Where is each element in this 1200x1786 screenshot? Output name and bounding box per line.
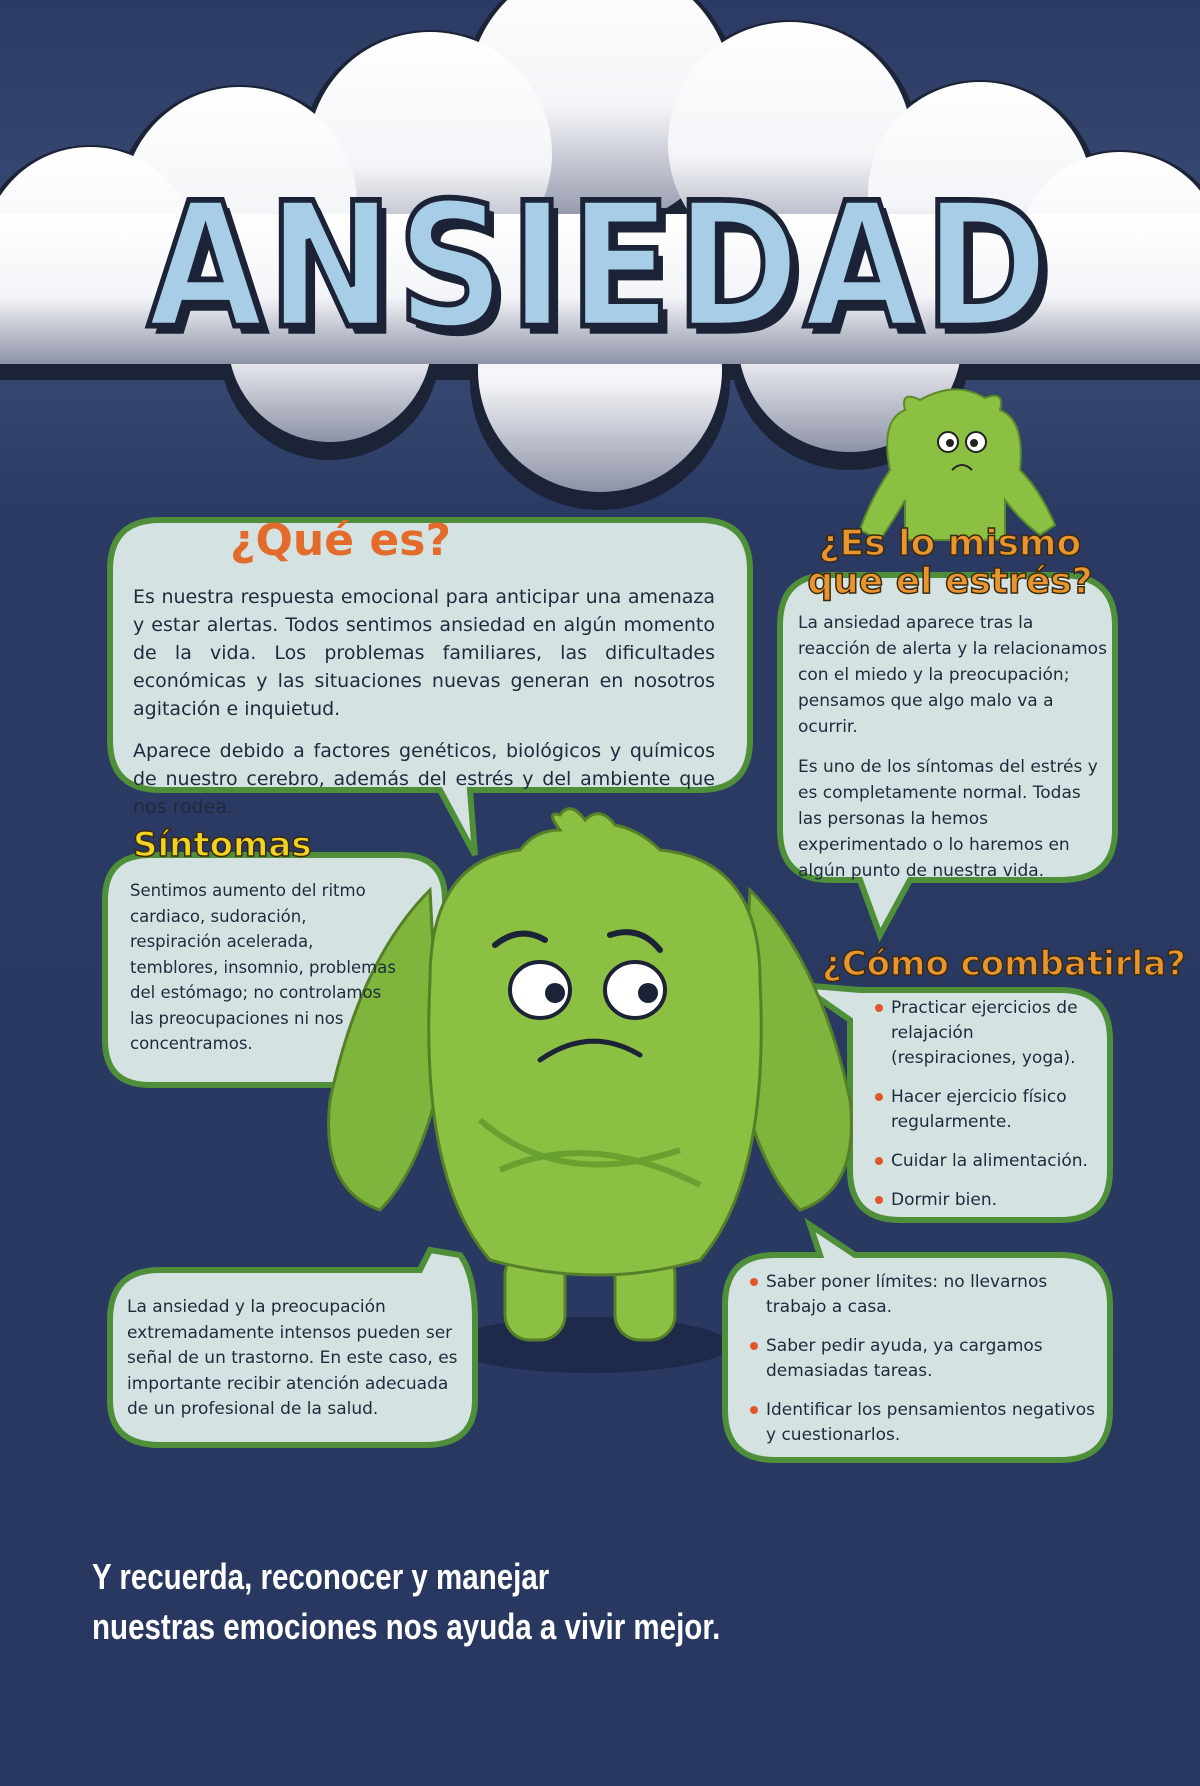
footer-line-1: Y recuerda, reconocer y manejar [92,1556,550,1597]
que-es-paragraph-2: Aparece debido a factores genéticos, bio… [133,740,715,818]
sintomas-text: Sentimos aumento del ritmo cardiaco, sud… [130,881,396,1053]
que-es-paragraph-1: Es nuestra respuesta emocional para anti… [133,586,715,720]
que-es-heading: ¿Qué es? [230,515,451,566]
estres-heading-line-2: que el estrés? [807,561,1094,602]
footer-line-2: nuestras emociones nos ayuda a vivir mej… [92,1606,721,1647]
estres-heading: ¿Es lo mismo que el estrés? [800,523,1100,602]
combatir-item-7: Identificar los pensamientos negativos y… [750,1398,1100,1448]
combatir-list: Practicar ejercicios de relajación (resp… [875,996,1100,1227]
estres-text: La ansiedad aparece tras la reacción de … [798,610,1110,898]
estres-paragraph-2: Es uno de los síntomas del estrés y es c… [798,757,1098,881]
trastorno-text: La ansiedad y la preocupación extremadam… [127,1297,458,1419]
estres-paragraph-1: La ansiedad aparece tras la reacción de … [798,613,1107,737]
combatir-item-5: Saber poner límites: no llevarnos trabaj… [750,1270,1100,1320]
footer-message: Y recuerda, reconocer y manejar nuestras… [92,1552,720,1652]
combatir-heading: ¿Cómo combatirla? [821,944,1186,984]
combatir-list-2: Saber poner límites: no llevarnos trabaj… [750,1270,1100,1462]
combatir-item-2: Hacer ejercicio físico regularmente. [875,1085,1100,1135]
estres-heading-line-1: ¿Es lo mismo [818,523,1082,564]
combatir-item-6: Saber pedir ayuda, ya cargamos demasiada… [750,1334,1100,1384]
monster-shadow [450,1317,730,1373]
page-title: ANSIEDAD [145,164,1053,370]
combatir-item-4: Dormir bien. [875,1188,1100,1213]
sintomas-heading: Síntomas [132,824,312,866]
combatir-item-1: Practicar ejercicios de relajación (resp… [875,996,1100,1071]
que-es-text: Es nuestra respuesta emocional para anti… [133,583,715,835]
combatir-item-3: Cuidar la alimentación. [875,1149,1100,1174]
